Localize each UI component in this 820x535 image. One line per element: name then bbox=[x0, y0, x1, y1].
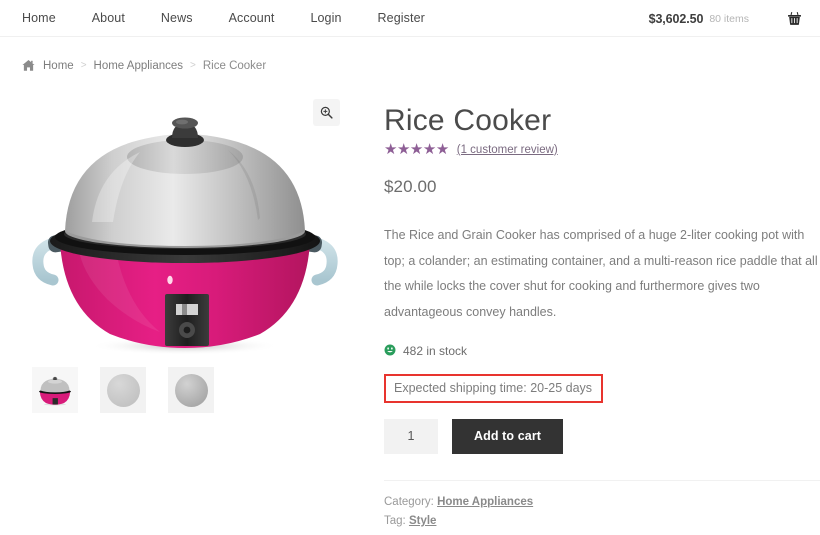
page-title: Rice Cooker bbox=[384, 104, 552, 137]
star-icon: ★ bbox=[422, 141, 436, 158]
star-icon: ★ bbox=[396, 141, 410, 158]
quantity-input[interactable] bbox=[384, 418, 438, 454]
cart-total-amount: $3,602.50 bbox=[648, 11, 704, 26]
thumbnail-list bbox=[20, 367, 360, 413]
thumbnail-placeholder-2[interactable] bbox=[168, 367, 214, 413]
tag-label: Tag: bbox=[384, 515, 406, 528]
nav-item-account[interactable]: Account bbox=[211, 11, 293, 25]
nav-item-home[interactable]: Home bbox=[20, 11, 74, 25]
product-price: $20.00 bbox=[384, 177, 437, 196]
primary-nav: Home About News Account Login Register bbox=[0, 11, 443, 25]
meta-divider bbox=[384, 479, 820, 481]
thumbnail-product[interactable] bbox=[32, 367, 78, 413]
star-icon: ★ bbox=[384, 141, 397, 158]
breadcrumb: Home > Home Appliances > Rice Cooker bbox=[0, 37, 820, 72]
product-page-main: Rice Cooker ★ ★ ★ ★ ★ (1 customer review… bbox=[0, 72, 820, 532]
product-category-line: Category: Home Appliances bbox=[384, 493, 820, 513]
breadcrumb-item-home[interactable]: Home bbox=[43, 60, 74, 72]
shipping-time-highlight: Expected shipping time: 20-25 days bbox=[384, 373, 604, 403]
add-to-cart-row: Add to cart bbox=[384, 418, 820, 454]
nav-item-login[interactable]: Login bbox=[292, 11, 359, 25]
nav-item-news[interactable]: News bbox=[143, 11, 211, 25]
cart-item-count: 80 items bbox=[709, 12, 749, 25]
breadcrumb-item-current: Rice Cooker bbox=[202, 59, 267, 72]
product-gallery bbox=[20, 94, 360, 532]
category-label: Category: bbox=[384, 495, 434, 508]
category-link[interactable]: Home Appliances bbox=[437, 496, 533, 508]
stock-status: 482 in stock bbox=[384, 344, 820, 358]
customer-review-link[interactable]: (1 customer review) bbox=[457, 144, 558, 156]
star-rating: ★ ★ ★ ★ ★ bbox=[384, 142, 449, 157]
thumbnail-placeholder-1[interactable] bbox=[100, 367, 146, 413]
star-icon: ★ bbox=[435, 141, 449, 158]
add-to-cart-button[interactable]: Add to cart bbox=[452, 418, 564, 454]
stock-status-text: 482 in stock bbox=[403, 343, 468, 358]
rice-cooker-thumb-icon bbox=[39, 376, 71, 406]
breadcrumb-separator-2: > bbox=[190, 60, 196, 71]
product-tag-line: Tag: Style bbox=[384, 512, 820, 532]
placeholder-circle-icon bbox=[106, 373, 140, 407]
home-icon bbox=[22, 59, 35, 72]
shopping-basket-icon[interactable] bbox=[787, 11, 802, 26]
breadcrumb-separator-1: > bbox=[80, 60, 87, 71]
star-icon: ★ bbox=[409, 141, 423, 158]
product-main-image[interactable] bbox=[20, 94, 350, 359]
breadcrumb-item-home-appliances[interactable]: Home Appliances bbox=[94, 60, 184, 72]
cart-summary[interactable]: $3,602.50 80 items bbox=[649, 0, 808, 37]
shipping-time-text: Expected shipping time: 20-25 days bbox=[394, 380, 593, 395]
rating-row: ★ ★ ★ ★ ★ (1 customer review) bbox=[384, 142, 820, 157]
magnifier-zoom-in-icon[interactable] bbox=[313, 99, 340, 126]
nav-item-about[interactable]: About bbox=[74, 11, 143, 25]
product-summary: Rice Cooker ★ ★ ★ ★ ★ (1 customer review… bbox=[360, 94, 820, 532]
top-navigation-bar: Home About News Account Login Register $… bbox=[0, 0, 820, 37]
placeholder-circle-icon bbox=[174, 373, 208, 407]
green-smiley-icon bbox=[384, 344, 396, 358]
nav-item-register[interactable]: Register bbox=[360, 11, 443, 25]
product-description: The Rice and Grain Cooker has comprised … bbox=[384, 228, 818, 319]
rice-cooker-illustration bbox=[32, 117, 338, 355]
tag-link[interactable]: Style bbox=[409, 515, 437, 527]
